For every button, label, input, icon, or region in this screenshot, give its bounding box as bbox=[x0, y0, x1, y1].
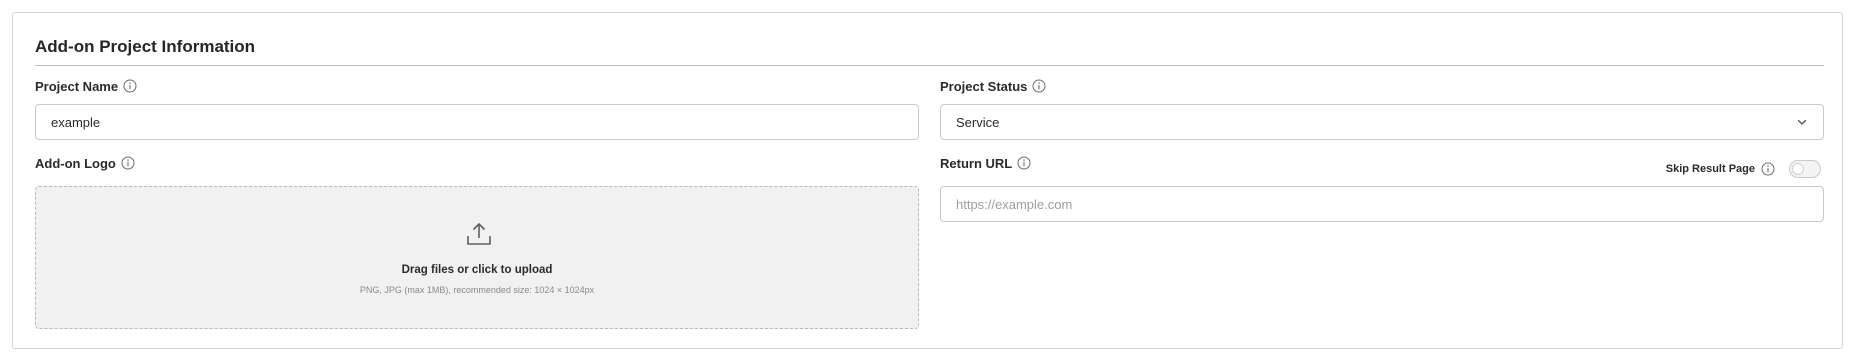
upload-hint: PNG, JPG (max 1MB), recommended size: 10… bbox=[359, 285, 595, 295]
upload-title: Drag files or click to upload bbox=[401, 264, 553, 276]
project-status-label: Project Status bbox=[940, 78, 1028, 94]
info-icon[interactable] bbox=[123, 79, 137, 93]
info-icon[interactable] bbox=[121, 156, 135, 170]
addon-project-info-card: Add-on Project Information Project Name … bbox=[12, 12, 1843, 349]
project-name-label: Project Name bbox=[35, 78, 119, 94]
project-status-select[interactable]: Service bbox=[940, 104, 1824, 140]
skip-result-page-toggle[interactable] bbox=[1789, 160, 1821, 178]
logo-upload-dropzone[interactable]: Drag files or click to upload PNG, JPG (… bbox=[35, 186, 919, 329]
return-url-input[interactable] bbox=[956, 196, 1808, 212]
chevron-down-icon bbox=[1796, 116, 1808, 128]
upload-icon bbox=[466, 221, 492, 247]
addon-logo-label-row: Add-on Logo bbox=[35, 154, 135, 172]
info-icon[interactable] bbox=[1017, 156, 1031, 170]
project-name-label-row: Project Name bbox=[35, 77, 137, 95]
title-divider bbox=[35, 65, 1824, 66]
return-url-label-row: Return URL bbox=[940, 154, 1031, 172]
skip-result-page-control: Skip Result Page bbox=[1666, 159, 1821, 179]
project-status-label-row: Project Status bbox=[940, 77, 1046, 95]
return-url-label: Return URL bbox=[940, 155, 1013, 171]
toggle-knob bbox=[1792, 163, 1804, 175]
project-status-selected: Service bbox=[956, 114, 1000, 130]
skip-result-page-label: Skip Result Page bbox=[1665, 163, 1755, 175]
addon-logo-label: Add-on Logo bbox=[35, 155, 116, 171]
section-title: Add-on Project Information bbox=[35, 37, 256, 56]
return-url-field[interactable] bbox=[940, 186, 1824, 222]
project-name-field[interactable] bbox=[35, 104, 919, 140]
info-icon[interactable] bbox=[1032, 79, 1046, 93]
info-icon[interactable] bbox=[1761, 162, 1775, 176]
project-name-input[interactable] bbox=[51, 114, 903, 130]
